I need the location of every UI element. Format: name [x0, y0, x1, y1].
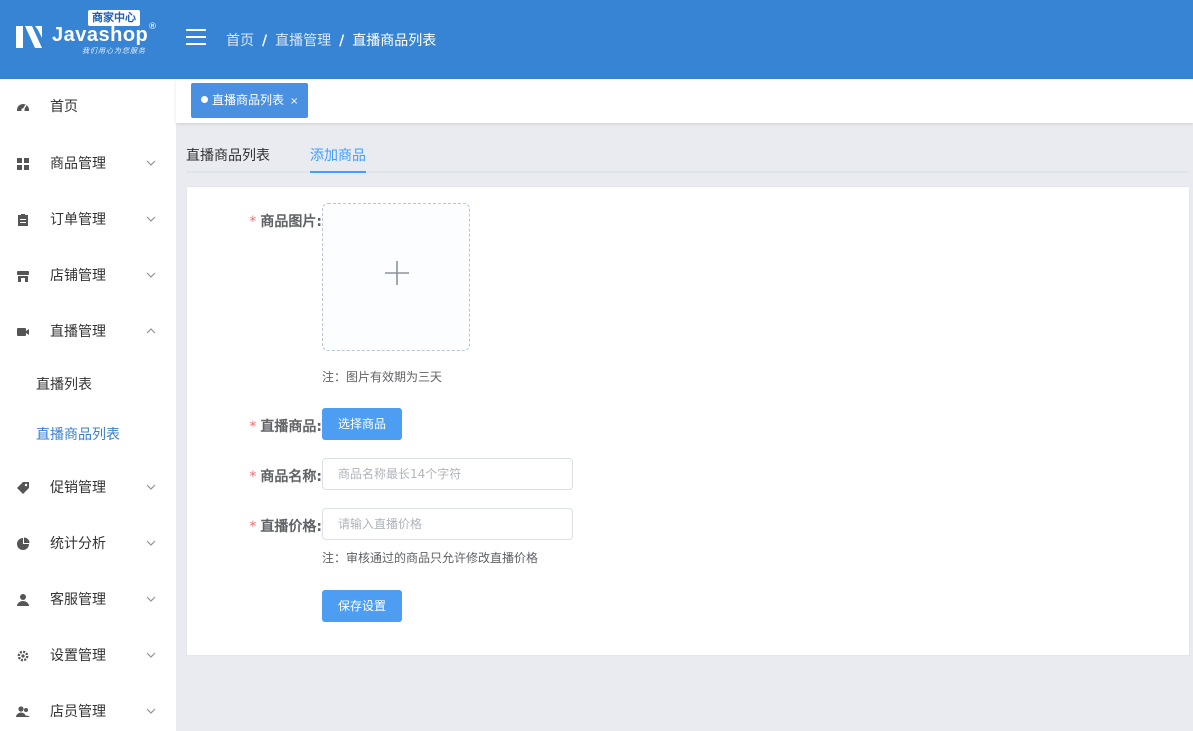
sidebar-item-statistics[interactable]: 统计分析 — [0, 516, 176, 572]
live-price-label: * 直播价格: — [249, 519, 322, 535]
breadcrumb-current: 直播商品列表 — [352, 33, 437, 49]
goods-name-input[interactable] — [322, 458, 573, 490]
chevron-down-icon — [146, 484, 156, 490]
logo-registered-mark: ® — [148, 22, 157, 32]
logo-slogan: 我们用心为您服务 — [82, 47, 146, 55]
sidebar-item-label: 订单管理 — [50, 212, 106, 228]
select-goods-button[interactable]: 选择商品 — [322, 408, 403, 440]
image-label: * 商品图片: — [249, 214, 322, 230]
breadcrumb-live[interactable]: 直播管理 — [275, 33, 331, 49]
sidebar-item-label: 直播管理 — [50, 324, 106, 340]
sidebar-item-label: 客服管理 — [50, 592, 106, 608]
tab-add-goods[interactable]: 添加商品 — [310, 145, 366, 165]
logo-text: Javashop — [52, 24, 149, 46]
required-mark: * — [249, 419, 257, 435]
content-tabs: 直播商品列表 添加商品 — [186, 135, 1189, 173]
add-goods-form: *商品图片: 注：图片有效期为三天 *直播商品: 选择商品 *商品名称: *直播… — [186, 186, 1190, 656]
top-header: 商家中心 Javashop ® 我们用心为您服务 首页 / 直播管理 / 直播商品列表 — [0, 0, 1193, 79]
sidebar-item-label: 商品管理 — [50, 156, 106, 172]
gear-icon — [17, 650, 29, 662]
sidebar-item-goods[interactable]: 商品管理 — [0, 136, 176, 192]
sidebar-item-label: 首页 — [50, 99, 78, 115]
sidebar-item-label: 店员管理 — [50, 704, 106, 720]
required-mark: * — [249, 469, 257, 485]
order-icon — [18, 214, 28, 226]
plus-icon — [385, 261, 409, 285]
breadcrumb-separator: / — [339, 33, 345, 49]
sidebar-item-live[interactable]: 直播管理 — [0, 304, 176, 360]
goods-label: * 直播商品: — [249, 419, 322, 435]
active-tab-indicator — [310, 171, 366, 173]
sidebar-item-settings[interactable]: 设置管理 — [0, 628, 176, 684]
pie-chart-icon — [17, 537, 30, 550]
sidebar-item-home[interactable]: 首页 — [0, 79, 176, 136]
goods-name-label: * 商品名称: — [249, 469, 322, 485]
sidebar-item-promotion[interactable]: 促销管理 — [0, 460, 176, 516]
chevron-down-icon — [146, 540, 156, 546]
tab-live-goods-list[interactable]: 直播商品列表 — [186, 145, 270, 165]
chevron-down-icon — [146, 272, 156, 278]
tag-live-goods-list[interactable]: 直播商品列表 × — [191, 83, 309, 118]
price-note: 注：审核通过的商品只允许修改直播价格 — [322, 551, 539, 565]
dashboard-icon — [17, 104, 29, 112]
breadcrumb-home[interactable]: 首页 — [226, 33, 254, 49]
required-mark: * — [249, 519, 257, 535]
chevron-down-icon — [146, 160, 156, 166]
sidebar: 首页 商品管理 订单管理 店铺管理 直播管理 直播列表 直播商品列表 促销管理 … — [0, 79, 176, 731]
sidebar-subitem-live-list[interactable]: 直播列表 — [0, 360, 176, 410]
sidebar-item-label: 店铺管理 — [50, 268, 106, 284]
tag-label: 直播商品列表 — [212, 93, 285, 107]
hamburger-menu-icon[interactable] — [186, 29, 206, 45]
sidebar-item-label: 统计分析 — [50, 536, 106, 552]
tag-icon — [17, 482, 29, 494]
logo[interactable]: 商家中心 Javashop ® 我们用心为您服务 — [14, 10, 164, 66]
user-icon — [17, 594, 29, 606]
save-settings-button[interactable]: 保存设置 — [322, 590, 403, 622]
chevron-down-icon — [146, 652, 156, 658]
required-mark: * — [249, 214, 257, 230]
tags-view-bar: 直播商品列表 × — [176, 79, 1193, 123]
breadcrumb: 首页 / 直播管理 / 直播商品列表 — [226, 30, 436, 50]
chevron-down-icon — [146, 596, 156, 602]
chevron-down-icon — [146, 708, 156, 714]
live-price-input[interactable] — [322, 508, 573, 540]
sidebar-item-shop[interactable]: 店铺管理 — [0, 248, 176, 304]
users-icon — [16, 706, 30, 717]
chevron-down-icon — [146, 216, 156, 222]
logo-mark-icon — [16, 26, 42, 48]
chevron-up-icon — [146, 328, 156, 334]
sidebar-item-label: 促销管理 — [50, 480, 106, 496]
breadcrumb-separator: / — [262, 33, 268, 49]
goods-icon — [17, 158, 29, 170]
close-icon[interactable]: × — [290, 96, 298, 107]
sidebar-item-staff[interactable]: 店员管理 — [0, 684, 176, 731]
image-uploader[interactable] — [322, 203, 470, 351]
image-note: 注：图片有效期为三天 — [322, 370, 443, 384]
sidebar-item-label: 设置管理 — [50, 648, 106, 664]
sidebar-item-customer-service[interactable]: 客服管理 — [0, 572, 176, 628]
sidebar-item-orders[interactable]: 订单管理 — [0, 192, 176, 248]
video-icon — [17, 328, 29, 336]
shop-icon — [17, 271, 29, 282]
sidebar-subitem-live-goods[interactable]: 直播商品列表 — [0, 410, 176, 460]
active-dot-icon — [201, 96, 208, 103]
